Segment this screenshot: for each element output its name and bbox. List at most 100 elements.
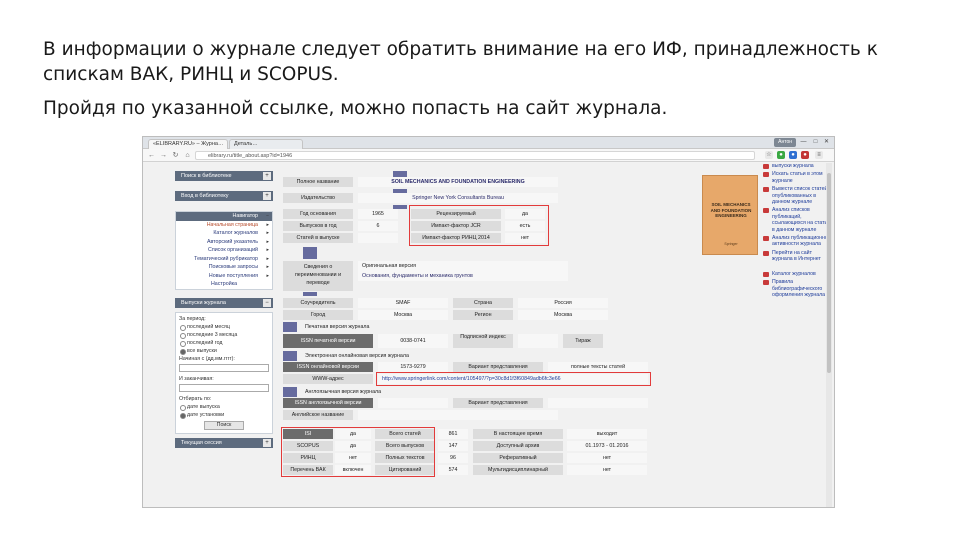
issn-online-label: ISSN онлайновой версии	[283, 362, 373, 372]
row-founder: Соучредитель SMAF Страна Россия	[283, 298, 658, 308]
stat2-label-4: Мультидисциплинарный	[473, 465, 563, 475]
link-activity-analysis[interactable]: Анализ публикационной активности журнала	[763, 235, 831, 248]
online-header: Электронная онлайновая версия журнала	[305, 353, 409, 359]
menu-item-catalog[interactable]: Каталог журналов ▸	[176, 229, 272, 238]
city-value: Москва	[358, 310, 448, 320]
stat2-value-4: нет	[567, 465, 647, 475]
minimize-icon[interactable]: —	[799, 138, 808, 147]
menu-item-home[interactable]: Начальная страница ▸	[176, 221, 272, 230]
extension-icon-3[interactable]: ●	[801, 151, 809, 159]
menu-item-orgs[interactable]: Список организаций ▸	[176, 246, 272, 255]
link-citing-analysis[interactable]: Анализ списков публикаций, ссылающихся н…	[763, 207, 831, 233]
arrow-right-icon: ▸	[266, 230, 269, 236]
till-date-input[interactable]	[179, 383, 269, 392]
issn-eng-value	[378, 398, 448, 408]
forward-icon[interactable]: →	[159, 151, 168, 160]
region-value: Москва	[518, 310, 608, 320]
arrow-right-icon: ▸	[266, 264, 269, 270]
tirazh-label: Тираж	[563, 334, 603, 348]
home-icon[interactable]: ⌂	[183, 151, 192, 160]
expand-icon[interactable]: +	[263, 438, 271, 447]
sort-label: Отбирать по:	[179, 395, 212, 402]
cover-title: SOIL MECHANICS AND FOUNDATION ENGINEERIN…	[710, 202, 752, 218]
user-badge[interactable]: Антон	[774, 138, 796, 147]
row-eng-name: Английское название	[283, 410, 658, 420]
link-search-articles[interactable]: Искать статьи в этом журнале	[763, 171, 831, 184]
row-eng-header: Англоязычная версия журнала	[283, 387, 658, 397]
maximize-icon[interactable]: □	[811, 138, 820, 147]
issn-print-label: ISSN печатной версии	[283, 334, 373, 348]
link-articles-list[interactable]: Вывести список статей, опубликованных в …	[763, 186, 831, 205]
publisher-value: Springer New York Consultants Bureau	[358, 193, 558, 203]
menu-item-queries[interactable]: Поисковые запросы ▸	[176, 263, 272, 272]
stat-value-3: 96	[438, 453, 468, 463]
extension-icon-2[interactable]: ●	[789, 151, 797, 159]
expand-icon[interactable]: +	[263, 192, 271, 200]
from-date-input[interactable]	[179, 363, 269, 372]
country-value: Россия	[518, 298, 608, 308]
period-label: За период:	[179, 315, 206, 322]
close-icon[interactable]: ✕	[822, 138, 831, 147]
bullet-icon	[763, 250, 769, 256]
bullet-icon	[763, 208, 769, 214]
link-journal-site[interactable]: Перейти на сайт журнала в Интернет	[763, 250, 831, 263]
eng-header: Англоязычная версия журнала	[305, 389, 382, 395]
search-button[interactable]: Поиск	[204, 420, 244, 430]
journal-cover-image: SOIL MECHANICS AND FOUNDATION ENGINEERIN…	[702, 175, 758, 255]
back-icon[interactable]: ←	[147, 151, 156, 160]
url-input[interactable]: elibrary.ru/title_about.asp?id=1946	[195, 151, 755, 160]
arrow-right-icon: ▸	[266, 238, 269, 245]
left-sidebar: Поиск в библиотеке + Вход в библиотеку + Н…	[175, 171, 273, 452]
radio-all-issues[interactable]: все выпуски	[179, 347, 269, 355]
stat-value-4: 574	[438, 465, 468, 475]
menu-item-authors[interactable]: Авторский указатель ▸	[176, 238, 272, 247]
from-date-label: Начиная с (дд.мм.гггг):	[179, 355, 235, 362]
link-biblio-rules[interactable]: Правила библиографического оформления жу…	[763, 279, 831, 298]
radio-by-issue-date[interactable]: дате выпуска	[179, 403, 269, 411]
navigator-header: Навигатор −	[176, 212, 272, 221]
scrollbar-thumb[interactable]	[827, 173, 831, 373]
country-label: Страна	[453, 298, 513, 308]
row-online-header: Электронная онлайновая версия журнала	[283, 351, 658, 361]
arrow-right-icon: ▸	[266, 247, 269, 253]
bullet-icon	[763, 187, 769, 193]
browser-screenshot: «ELIBRARY.RU» – Журна… Деталь… Антон — □…	[142, 136, 835, 508]
founded-value: 1965	[358, 209, 398, 219]
link-journal-catalog[interactable]: Каталог журналов	[763, 271, 831, 277]
issues-bar[interactable]: Выпуски журнала −	[175, 297, 273, 308]
menu-item-rubricator[interactable]: Тематический рубрикатор ▸	[176, 255, 272, 264]
extension-icon-1[interactable]: ●	[777, 151, 785, 159]
full-name-value: SOIL MECHANICS AND FOUNDATION ENGINEERIN…	[358, 177, 558, 187]
enter-library-bar[interactable]: Вход в библиотеку +	[175, 191, 273, 201]
print-header: Печатная версия журнала	[305, 324, 370, 330]
radio-last-3-months[interactable]: последние 3 месяца	[179, 331, 269, 339]
menu-item-new[interactable]: Новые поступления ▸	[176, 272, 272, 281]
arrow-right-icon: ▸	[266, 272, 269, 279]
collapse-icon[interactable]: −	[266, 212, 269, 221]
expand-icon[interactable]: +	[263, 172, 271, 180]
arrow-right-icon: ▸	[266, 255, 269, 262]
session-bar[interactable]: Текущая сессия +	[175, 437, 273, 448]
eng-name-label: Английское название	[283, 410, 353, 420]
reload-icon[interactable]: ↻	[171, 151, 180, 160]
radio-by-install-date[interactable]: дате установки	[179, 411, 269, 419]
variant-value	[548, 398, 648, 408]
articles-label: Статей в выпуске	[283, 233, 353, 243]
separator-block	[303, 292, 317, 296]
browser-tab-elibrary[interactable]: «ELIBRARY.RU» – Журна…	[148, 139, 228, 149]
menu-item-settings[interactable]: Настройка	[176, 280, 272, 289]
bookmark-star-icon[interactable]: ☆	[765, 151, 773, 159]
issn-online-value: 1573-9279	[378, 362, 448, 372]
radio-last-year[interactable]: последний год	[179, 339, 269, 347]
radio-last-month[interactable]: последний месяц	[179, 323, 269, 331]
browser-tab-details[interactable]: Деталь…	[229, 139, 303, 149]
scrollbar[interactable]	[826, 163, 832, 507]
highlight-website-link	[376, 372, 651, 386]
link-journal-issues[interactable]: выпуски журнала	[763, 163, 831, 169]
collapse-icon[interactable]: −	[263, 298, 271, 307]
bullet-icon	[763, 172, 769, 178]
issues-label: Выпусков в год	[283, 221, 353, 231]
issues-filter: За период: последний месяц последние 3 м…	[175, 311, 273, 434]
search-library-bar[interactable]: Поиск в библиотеке +	[175, 171, 273, 181]
menu-icon[interactable]: ≡	[815, 151, 823, 159]
